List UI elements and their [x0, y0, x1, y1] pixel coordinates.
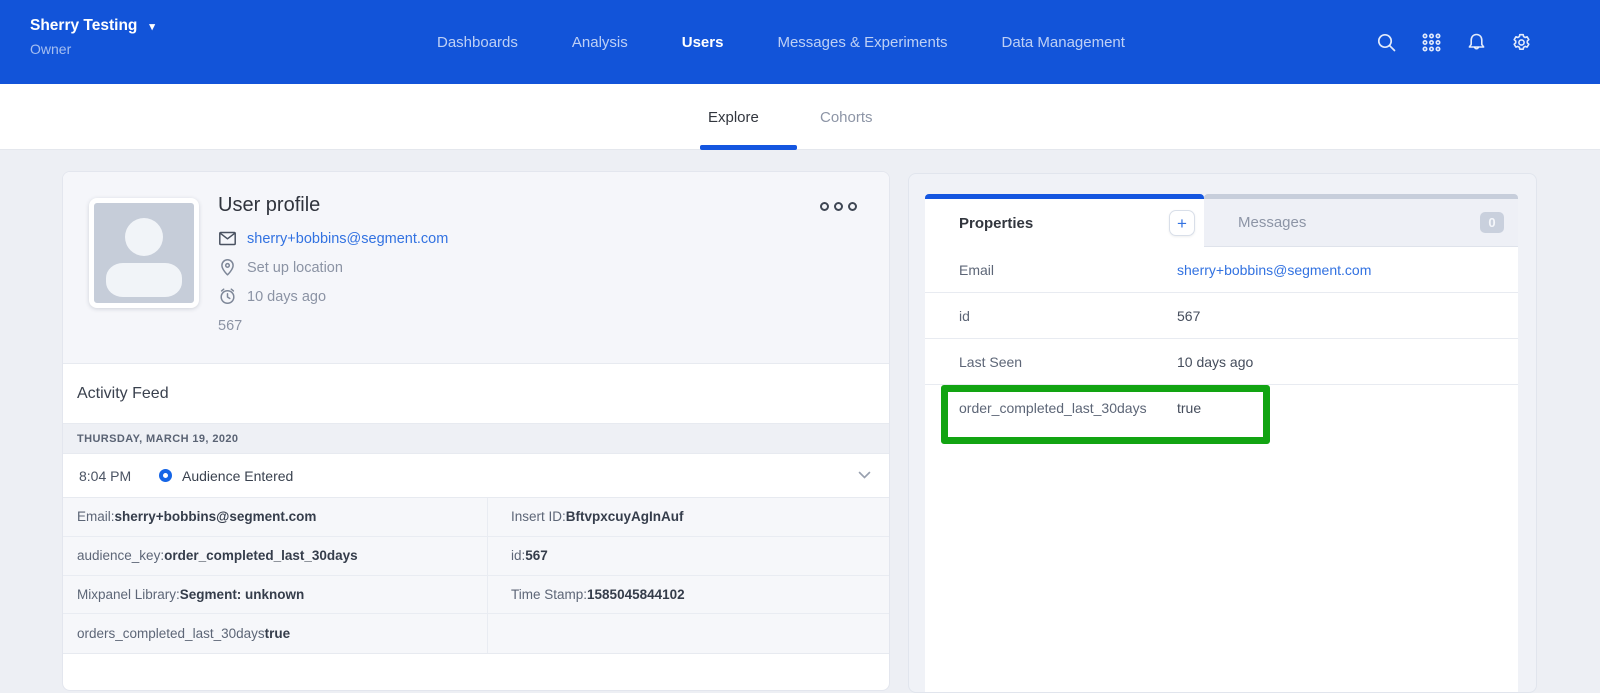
profile-email-row: sherry+bobbins@segment.com	[218, 224, 448, 253]
clock-icon	[218, 287, 237, 306]
profile-id: 567	[218, 311, 448, 340]
profile-location-placeholder[interactable]: Set up location	[247, 260, 343, 276]
property-row-email: Email sherry+bobbins@segment.com	[925, 247, 1518, 293]
activity-event-row[interactable]: 8:04 PM Audience Entered	[63, 454, 889, 498]
workspace-role: Owner	[30, 41, 155, 57]
nav-item-data-management[interactable]: Data Management	[1002, 34, 1125, 51]
properties-wrapper-card: Properties + Messages 0 Email sherry+bob…	[908, 173, 1537, 693]
profile-last-seen: 10 days ago	[247, 289, 326, 305]
properties-panel: Properties + Messages 0 Email sherry+bob…	[925, 194, 1518, 692]
workspace-name: Sherry Testing	[30, 17, 137, 35]
location-pin-icon	[218, 258, 237, 277]
messages-count-badge: 0	[1480, 212, 1504, 233]
plus-icon: +	[1177, 215, 1187, 232]
app-header: Sherry Testing ▾ Owner Dashboards Analys…	[0, 0, 1600, 84]
event-detail-cell: orders_completed_last_30daystrue	[63, 614, 488, 653]
add-property-button[interactable]: +	[1169, 210, 1195, 236]
event-detail-cell: id: 567	[488, 537, 889, 576]
property-row-last-seen: Last Seen 10 days ago	[925, 339, 1518, 385]
caret-down-icon: ▾	[149, 20, 155, 33]
event-detail-cell: Time Stamp: 1585045844102	[488, 576, 889, 615]
chevron-down-icon[interactable]	[858, 471, 871, 480]
apps-grid-icon[interactable]	[1421, 32, 1442, 53]
settings-gear-icon[interactable]	[1511, 32, 1532, 53]
page-tabs-band: Explore Cohorts	[0, 84, 1600, 150]
audience-entered-dot-icon	[159, 469, 172, 482]
nav-item-users[interactable]: Users	[682, 34, 724, 51]
active-tab-underline	[700, 145, 797, 150]
envelope-icon	[218, 229, 237, 248]
profile-title: User profile	[218, 193, 448, 217]
event-detail-cell: audience_key: order_completed_last_30day…	[63, 537, 488, 576]
event-detail-cell-empty	[488, 614, 889, 653]
event-name: Audience Entered	[182, 468, 293, 484]
tab-properties-label: Properties	[959, 215, 1033, 232]
activity-feed-title: Activity Feed	[63, 364, 889, 424]
profile-location-row: Set up location	[218, 253, 448, 282]
workspace-switcher[interactable]: Sherry Testing ▾ Owner	[30, 17, 155, 57]
notifications-bell-icon[interactable]	[1466, 32, 1487, 53]
event-detail-cell: Mixpanel Library: Segment: unknown	[63, 576, 488, 615]
event-detail-cell: Email: sherry+bobbins@segment.com	[63, 498, 488, 537]
panel-tabs: Properties + Messages 0	[925, 194, 1518, 247]
property-email-link[interactable]: sherry+bobbins@segment.com	[1177, 262, 1371, 278]
properties-list: Email sherry+bobbins@segment.com id 567 …	[925, 247, 1518, 692]
profile-header-section: User profile sherry+bobbins@segment.com	[63, 172, 889, 364]
nav-item-dashboards[interactable]: Dashboards	[437, 34, 518, 51]
nav-item-analysis[interactable]: Analysis	[572, 34, 628, 51]
search-icon[interactable]	[1376, 32, 1397, 53]
tab-properties[interactable]: Properties +	[925, 194, 1204, 247]
avatar	[89, 198, 199, 308]
profile-info: User profile sherry+bobbins@segment.com	[218, 193, 448, 340]
nav-item-messages-experiments[interactable]: Messages & Experiments	[777, 34, 947, 51]
avatar-body-shape	[106, 263, 182, 297]
event-detail-cell: Insert ID: BftvpxcuyAgInAuf	[488, 498, 889, 537]
tab-messages[interactable]: Messages 0	[1204, 194, 1518, 247]
event-time: 8:04 PM	[79, 468, 159, 484]
avatar-head-shape	[125, 218, 163, 256]
overflow-menu-icon[interactable]	[820, 202, 857, 211]
main-nav: Dashboards Analysis Users Messages & Exp…	[437, 0, 1125, 84]
activity-feed-date-header: THURSDAY, MARCH 19, 2020	[63, 424, 889, 454]
tab-explore[interactable]: Explore	[708, 84, 759, 150]
profile-email-link[interactable]: sherry+bobbins@segment.com	[247, 231, 448, 247]
header-icons	[1376, 0, 1532, 84]
tab-messages-label: Messages	[1238, 214, 1306, 231]
property-row-id: id 567	[925, 293, 1518, 339]
user-profile-card: User profile sherry+bobbins@segment.com	[62, 171, 890, 691]
property-row-order-completed: order_completed_last_30days true	[925, 385, 1518, 431]
profile-last-seen-row: 10 days ago	[218, 282, 448, 311]
event-details-grid: Email: sherry+bobbins@segment.com Insert…	[63, 498, 889, 654]
tab-cohorts[interactable]: Cohorts	[820, 84, 873, 150]
